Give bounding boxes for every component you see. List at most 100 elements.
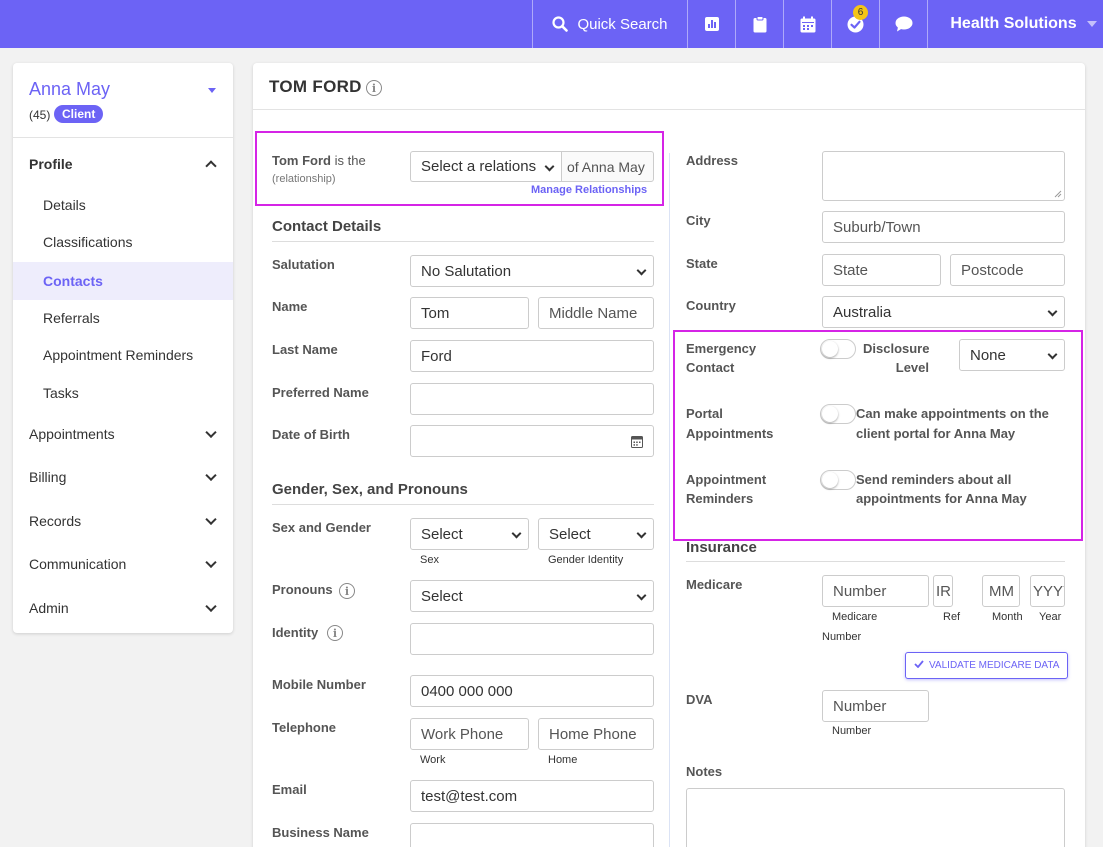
appointment-reminders-toggle[interactable] xyxy=(820,470,856,490)
messages-button[interactable] xyxy=(879,0,927,48)
medicare-label: Medicare xyxy=(686,577,743,592)
medicare-year-input[interactable]: YYYY xyxy=(1030,575,1065,607)
emergency-contact-toggle[interactable] xyxy=(820,339,856,359)
home-phone-input[interactable]: Home Phone xyxy=(538,718,654,750)
label-line: Emergency xyxy=(686,341,757,356)
sidebar-section-communication[interactable]: Communication xyxy=(13,545,233,583)
organisation-menu[interactable]: Health Solutions xyxy=(927,0,1103,48)
pronouns-select[interactable]: Select xyxy=(410,580,654,612)
validate-medicare-button[interactable]: VALIDATE MEDICARE DATA xyxy=(905,652,1069,679)
info-icon[interactable]: i xyxy=(327,625,343,641)
disclosure-level-select[interactable]: None xyxy=(959,339,1065,371)
caret-down-icon[interactable] xyxy=(208,88,216,93)
card-header-divider xyxy=(253,109,1085,110)
sidebar-item-appointment-reminders[interactable]: Appointment Reminders xyxy=(13,336,233,374)
sidebar-section-label: Communication xyxy=(29,556,127,572)
chevron-down-icon xyxy=(205,513,217,526)
sidebar-section-admin[interactable]: Admin xyxy=(13,589,233,627)
label-line: Portal xyxy=(686,406,723,421)
label-line: Send reminders about all xyxy=(856,472,1012,487)
sidebar-item-contacts[interactable]: Contacts xyxy=(13,262,233,300)
number-sublabel: Number xyxy=(822,631,862,643)
client-name[interactable]: Anna May xyxy=(29,79,110,100)
gender-select-value: Select xyxy=(549,525,591,543)
dva-number-input[interactable]: Number xyxy=(822,690,929,722)
dob-input[interactable] xyxy=(410,425,654,457)
disclosure-level-label: Disclosure Level xyxy=(863,339,929,377)
chevron-down-icon xyxy=(205,600,217,613)
city-input[interactable]: Suburb/Town xyxy=(822,211,1065,243)
calendar-icon[interactable] xyxy=(631,435,643,452)
portal-appointments-toggle[interactable] xyxy=(820,404,856,424)
salutation-select[interactable]: No Salutation xyxy=(410,255,654,287)
relationship-select-value: Select a relations xyxy=(421,158,537,175)
sidebar-section-label: Admin xyxy=(29,600,69,616)
notes-textarea[interactable] xyxy=(686,788,1065,847)
medicare-irn-input[interactable]: IRN xyxy=(933,575,953,607)
quick-search-button[interactable]: Quick Search xyxy=(532,0,687,48)
sex-select[interactable]: Select xyxy=(410,518,529,550)
section-divider xyxy=(272,241,654,242)
sidebar-section-billing[interactable]: Billing xyxy=(13,458,233,496)
medicare-month-input[interactable]: MM xyxy=(982,575,1020,607)
mobile-label: Mobile Number xyxy=(272,677,366,692)
email-label: Email xyxy=(272,782,307,797)
country-select[interactable]: Australia xyxy=(822,296,1065,328)
notes-label: Notes xyxy=(686,764,723,779)
validate-medicare-label: VALIDATE MEDICARE DATA xyxy=(929,660,1060,671)
label-line: Contact xyxy=(686,360,735,375)
sidebar-item-details[interactable]: Details xyxy=(13,186,233,224)
first-name-input[interactable]: Tom xyxy=(410,297,529,329)
chevron-down-icon xyxy=(205,469,217,482)
label-line: Level xyxy=(895,360,929,375)
chevron-down-icon xyxy=(1086,21,1097,27)
resize-handle-icon[interactable] xyxy=(1054,190,1062,198)
label-line: Appointments xyxy=(686,426,774,441)
portal-appointments-description: Can make appointments on the client port… xyxy=(856,404,1049,444)
mobile-input[interactable]: 0400 000 000 xyxy=(410,675,654,707)
info-icon[interactable]: i xyxy=(366,80,382,96)
info-icon[interactable]: i xyxy=(339,583,355,599)
sidebar-item-referrals[interactable]: Referrals xyxy=(13,299,233,337)
postcode-input[interactable]: Postcode xyxy=(950,254,1065,286)
email-input[interactable]: test@test.com xyxy=(410,780,654,812)
section-divider xyxy=(272,504,654,505)
sidebar-item-tasks[interactable]: Tasks xyxy=(13,374,233,412)
chevron-down-icon xyxy=(636,265,647,276)
sidebar-item-label: Referrals xyxy=(43,310,100,326)
medicare-number-input[interactable]: Number xyxy=(822,575,929,607)
sidebar-section-profile[interactable]: Profile xyxy=(13,145,233,183)
organisation-name: Health Solutions xyxy=(950,15,1077,32)
business-name-label: Business Name xyxy=(272,825,369,840)
identity-input[interactable] xyxy=(410,623,654,655)
sex-sublabel: Sex xyxy=(420,554,439,566)
sidebar-item-classifications[interactable]: Classifications xyxy=(13,223,233,261)
gender-identity-sublabel: Gender Identity xyxy=(548,554,624,566)
section-divider xyxy=(686,561,1065,562)
relationship-select[interactable]: Select a relations xyxy=(410,151,561,182)
sidebar-section-appointments[interactable]: Appointments xyxy=(13,415,233,453)
city-label: City xyxy=(686,213,711,228)
chevron-down-icon xyxy=(1047,306,1058,317)
state-label: State xyxy=(686,256,718,271)
middle-name-input[interactable]: Middle Name xyxy=(538,297,654,329)
chevron-up-icon xyxy=(205,160,217,172)
sex-select-value: Select xyxy=(421,525,463,543)
preferred-name-input[interactable] xyxy=(410,383,654,415)
label-line: Appointment xyxy=(686,472,767,487)
page-title: TOM FORD xyxy=(269,77,362,96)
address-textarea[interactable] xyxy=(822,151,1065,201)
work-phone-input[interactable]: Work Phone xyxy=(410,718,529,750)
state-input[interactable]: State xyxy=(822,254,941,286)
business-name-input[interactable] xyxy=(410,823,654,847)
manage-relationships-link[interactable]: Manage Relationships xyxy=(531,184,647,196)
last-name-input[interactable]: Ford xyxy=(410,340,654,372)
calendar-button[interactable] xyxy=(783,0,831,48)
chevron-down-icon xyxy=(636,528,647,539)
reports-button[interactable] xyxy=(687,0,735,48)
relationship-label: Tom Ford is the xyxy=(272,151,366,170)
gender-identity-select[interactable]: Select xyxy=(538,518,654,550)
clipboard-button[interactable] xyxy=(735,0,783,48)
sidebar-section-records[interactable]: Records xyxy=(13,502,233,540)
client-status-badge: Client xyxy=(54,105,104,123)
